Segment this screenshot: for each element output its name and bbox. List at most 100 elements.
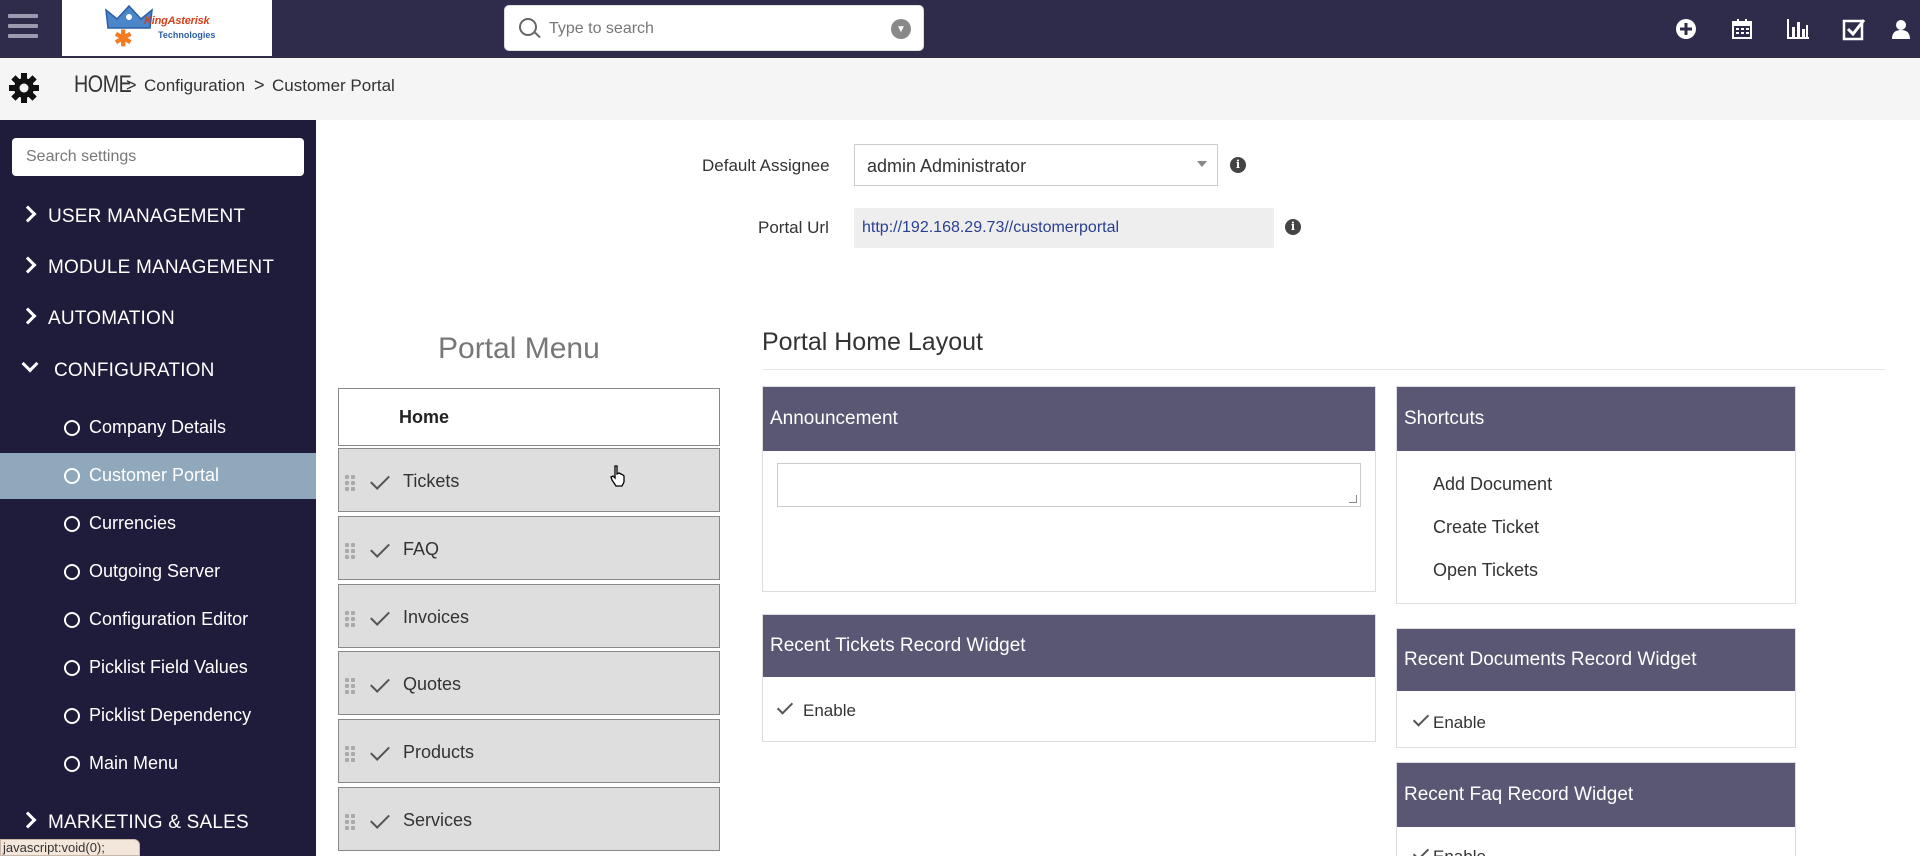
sidebar-section-module-management[interactable]: MODULE MANAGEMENT [0, 245, 316, 291]
shortcut-create-ticket[interactable]: Create Ticket [1433, 517, 1539, 538]
announcement-header: Announcement [763, 387, 1375, 451]
circle-icon [64, 756, 80, 772]
checkmark-icon[interactable] [370, 606, 390, 626]
breadcrumb-current: Customer Portal [272, 76, 395, 95]
browser-status-bar: javascript:void(0); [0, 839, 140, 856]
drag-handle-icon[interactable] [345, 746, 357, 762]
sidebar-item-picklist-dependency[interactable]: Picklist Dependency [0, 693, 316, 739]
calendar-icon[interactable] [1714, 12, 1770, 44]
shortcut-add-document[interactable]: Add Document [1433, 474, 1552, 495]
portal-menu-item-label: Quotes [403, 674, 462, 694]
drag-handle-icon[interactable] [345, 611, 357, 627]
checkmark-icon[interactable] [370, 741, 390, 761]
plus-circle-icon[interactable] [1658, 12, 1714, 44]
sidebar-item-picklist-field-values[interactable]: Picklist Field Values [0, 645, 316, 691]
enable-label: Enable [1433, 713, 1486, 732]
breadcrumb-separator: > [126, 75, 137, 95]
sidebar-section-label: USER MANAGEMENT [48, 206, 246, 227]
portal-menu-item-quotes[interactable]: Quotes [338, 651, 720, 715]
circle-icon [64, 420, 80, 436]
sidebar-section-label: MARKETING & SALES [48, 812, 249, 833]
mouse-pointer-icon [610, 465, 625, 487]
sidebar-item-label: Picklist Field Values [89, 657, 248, 677]
settings-search-input[interactable]: Search settings [12, 138, 304, 176]
recent-tickets-header: Recent Tickets Record Widget [763, 615, 1375, 677]
shortcuts-panel: Shortcuts Add Document Create Ticket Ope… [1396, 386, 1796, 604]
checkmark-icon[interactable] [370, 470, 390, 490]
portal-url-field: http://192.168.29.73//customerportal [854, 208, 1274, 248]
portal-menu-item-services[interactable]: Services [338, 787, 720, 851]
enable-label: Enable [803, 701, 856, 720]
recent-faq-widget: Recent Faq Record Widget Enable [1396, 762, 1796, 856]
sidebar-section-user-management[interactable]: USER MANAGEMENT [0, 194, 316, 240]
checkmark-icon[interactable] [370, 809, 390, 829]
checkmark-icon[interactable] [370, 538, 390, 558]
bar-chart-icon[interactable] [1770, 12, 1826, 44]
sidebar-item-label: Configuration Editor [89, 609, 249, 629]
portal-menu-item-tickets[interactable]: Tickets [338, 448, 720, 512]
sidebar-item-customer-portal[interactable]: Customer Portal [0, 453, 316, 499]
sidebar-item-label: Main Menu [89, 753, 179, 773]
resize-handle-icon[interactable] [1349, 495, 1357, 503]
default-assignee-value: admin Administrator [867, 156, 1027, 176]
breadcrumb: HOME > Configuration > Customer Portal [0, 58, 1920, 120]
portal-menu-item-products[interactable]: Products [338, 719, 720, 783]
logo-subtext: Technologies [158, 30, 216, 40]
breadcrumb-separator: > [254, 75, 265, 95]
drag-handle-icon[interactable] [345, 543, 357, 559]
portal-menu-item-label: FAQ [403, 539, 440, 559]
portal-menu-item-invoices[interactable]: Invoices [338, 584, 720, 648]
checkbox-icon[interactable] [1826, 12, 1882, 44]
global-search-placeholder: Type to search [549, 20, 654, 37]
announcement-textarea[interactable] [777, 463, 1361, 507]
gear-icon[interactable] [8, 72, 40, 104]
sidebar-section-automation[interactable]: AUTOMATION [0, 296, 316, 342]
info-icon[interactable]: i [1285, 219, 1301, 235]
recent-faq-title: Recent Faq Record Widget [1404, 784, 1634, 805]
sidebar-item-outgoing-server[interactable]: Outgoing Server [0, 549, 316, 595]
portal-menu-item-label: Tickets [403, 471, 460, 491]
sidebar-item-label: Currencies [89, 513, 177, 533]
portal-menu-title: Portal Menu [438, 332, 600, 365]
chevron-right-icon [19, 205, 37, 223]
asterisk-icon: ✱ [114, 26, 133, 51]
breadcrumb-configuration[interactable]: Configuration [144, 76, 245, 96]
portal-url-link[interactable]: http://192.168.29.73//customerportal [862, 219, 1119, 237]
top-actions [1658, 12, 1920, 44]
circle-icon [64, 564, 80, 580]
sidebar-item-label: Customer Portal [89, 465, 220, 485]
info-icon[interactable]: i [1230, 157, 1246, 173]
enable-checkbox[interactable] [1412, 844, 1430, 856]
circle-icon [64, 660, 80, 676]
announcement-panel: Announcement [762, 386, 1376, 592]
recent-documents-widget: Recent Documents Record Widget Enable [1396, 628, 1796, 748]
drag-handle-icon[interactable] [345, 475, 357, 491]
checkmark-icon[interactable] [370, 673, 390, 693]
search-dropdown-icon[interactable]: ▼ [891, 19, 911, 39]
top-navbar: ✱ KingAsterisk Technologies Type to sear… [0, 0, 1920, 58]
portal-menu-item-faq[interactable]: FAQ [338, 516, 720, 580]
drag-handle-icon[interactable] [345, 678, 357, 694]
shortcut-open-tickets[interactable]: Open Tickets [1433, 560, 1538, 581]
drag-handle-icon[interactable] [345, 814, 357, 830]
global-search-input[interactable]: Type to search ▼ [504, 5, 924, 51]
default-assignee-select[interactable]: admin Administrator [854, 144, 1218, 186]
portal-menu-home-label: Home [399, 407, 450, 427]
sidebar-section-configuration[interactable]: CONFIGURATION [0, 348, 316, 394]
sidebar-item-configuration-editor[interactable]: Configuration Editor [0, 597, 316, 643]
breadcrumb-home[interactable]: HOME [74, 71, 132, 99]
sidebar-item-main-menu[interactable]: Main Menu [0, 741, 316, 787]
company-logo[interactable]: ✱ KingAsterisk Technologies [62, 0, 272, 56]
sidebar-item-currencies[interactable]: Currencies [0, 501, 316, 547]
hamburger-menu-icon[interactable] [8, 14, 38, 40]
search-icon [519, 18, 537, 36]
enable-checkbox[interactable] [776, 698, 794, 715]
default-assignee-label: Default Assignee [702, 156, 830, 175]
sidebar-section-label: MODULE MANAGEMENT [48, 257, 275, 278]
user-icon[interactable] [1882, 12, 1920, 44]
sidebar-item-company-details[interactable]: Company Details [0, 405, 316, 451]
logo-text: KingAsterisk [144, 15, 210, 27]
enable-checkbox[interactable] [1412, 710, 1430, 727]
announcement-title: Announcement [770, 408, 898, 429]
settings-search-placeholder: Search settings [26, 148, 137, 165]
